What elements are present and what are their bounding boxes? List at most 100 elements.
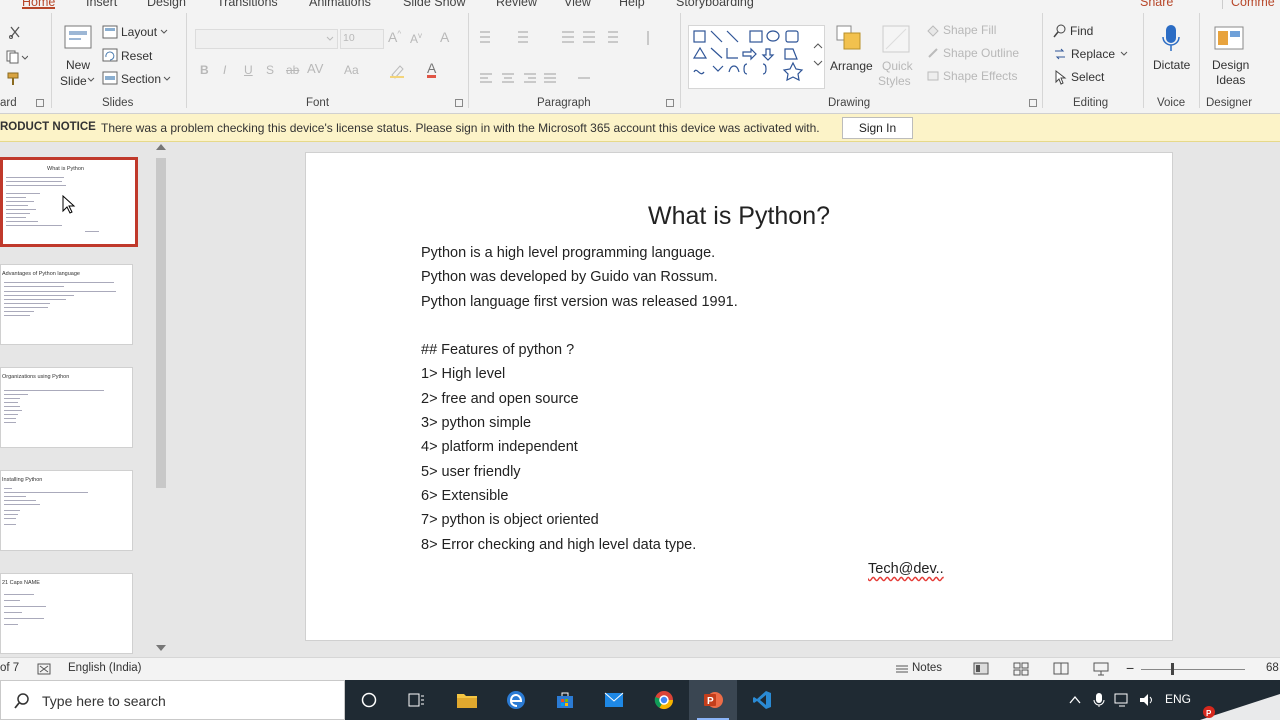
thumbnail-scrollbar[interactable]	[155, 142, 167, 657]
bold-icon[interactable]: B	[200, 63, 209, 77]
mail-button[interactable]	[590, 680, 638, 720]
slide-thumbnail-2[interactable]: Advantages of Python language	[0, 264, 133, 345]
new-slide-label-1[interactable]: New	[66, 58, 90, 72]
microphone-tray-icon[interactable]	[1093, 692, 1105, 708]
slide-title[interactable]: What is Python?	[306, 202, 1172, 231]
shadow-icon[interactable]: S	[266, 63, 274, 77]
copy-icon[interactable]	[6, 49, 28, 65]
select-button[interactable]: Select	[1071, 70, 1104, 84]
align-buttons-icon[interactable]	[478, 71, 608, 87]
shape-fill-icon[interactable]	[926, 23, 940, 37]
cut-icon[interactable]	[8, 25, 22, 39]
scroll-down-icon[interactable]	[156, 645, 166, 651]
replace-button[interactable]: Replace	[1071, 47, 1115, 61]
section-button[interactable]: Section	[121, 72, 161, 86]
strikethrough-icon[interactable]: ab	[286, 63, 299, 77]
chevron-down-icon[interactable]	[326, 36, 334, 42]
vscode-button[interactable]	[738, 680, 786, 720]
comments-button[interactable]: Comme	[1222, 0, 1275, 9]
clear-formatting-icon[interactable]: A	[440, 29, 449, 45]
chevron-up-icon[interactable]	[1069, 695, 1081, 705]
shape-outline-button[interactable]: Shape Outline	[943, 46, 1019, 60]
share-button[interactable]: Share	[1140, 0, 1173, 9]
quick-styles-label-2[interactable]: Styles	[878, 74, 911, 88]
chevron-down-icon[interactable]	[1120, 51, 1128, 57]
tab-review[interactable]: Review	[496, 0, 537, 9]
microphone-icon[interactable]	[1160, 23, 1182, 55]
cortana-button[interactable]	[345, 680, 393, 720]
taskbar-search-box[interactable]: Type here to search	[0, 680, 345, 720]
slide-sorter-icon[interactable]	[1013, 662, 1029, 676]
accessibility-icon[interactable]	[37, 662, 51, 676]
underline-icon[interactable]: U	[244, 63, 253, 77]
slide-canvas[interactable]: What is Python? Python is a high level p…	[305, 152, 1173, 641]
tab-home[interactable]: Home	[22, 0, 56, 9]
sign-in-button[interactable]: Sign In	[842, 117, 913, 139]
network-icon[interactable]	[1114, 692, 1132, 708]
shapes-gallery[interactable]	[688, 25, 825, 89]
font-name-box[interactable]	[195, 29, 338, 49]
zoom-out-icon[interactable]: −	[1126, 660, 1134, 676]
powerpoint-button[interactable]: P	[689, 680, 737, 720]
italic-icon[interactable]: I	[223, 63, 226, 77]
list-buttons-icon[interactable]	[478, 29, 666, 47]
zoom-level[interactable]: 68	[1266, 662, 1279, 674]
tab-slide-show[interactable]: Slide Show	[403, 0, 466, 9]
slide-thumbnail-4[interactable]: Installing Python	[0, 470, 133, 551]
format-painter-icon[interactable]	[6, 71, 22, 87]
font-color-icon[interactable]: A	[427, 61, 437, 78]
new-slide-icon[interactable]	[62, 23, 94, 53]
character-spacing-icon[interactable]: AV	[307, 61, 323, 76]
layout-button[interactable]: Layout	[121, 25, 157, 39]
highlight-icon[interactable]	[388, 63, 408, 79]
volume-icon[interactable]	[1138, 692, 1156, 708]
tab-insert[interactable]: Insert	[86, 0, 117, 9]
quick-styles-icon[interactable]	[880, 23, 914, 55]
find-button[interactable]: Find	[1070, 24, 1093, 38]
paragraph-launcher-icon[interactable]	[666, 99, 674, 107]
scroll-up-icon[interactable]	[156, 144, 166, 150]
slide-body[interactable]: Python is a high level programming langu…	[421, 245, 738, 561]
dictate-button[interactable]: Dictate	[1153, 58, 1190, 72]
clipboard-launcher-icon[interactable]	[36, 99, 44, 107]
tab-help[interactable]: Help	[619, 0, 645, 9]
reset-button[interactable]: Reset	[121, 49, 152, 63]
chevron-down-icon[interactable]	[163, 76, 171, 82]
slide-thumbnail-5[interactable]: 21 Caps NAME	[0, 573, 133, 654]
zoom-slider[interactable]	[1141, 669, 1245, 670]
scroll-thumb[interactable]	[156, 158, 166, 488]
task-view-button[interactable]	[393, 680, 441, 720]
tab-design[interactable]: Design	[147, 0, 186, 9]
language-status[interactable]: English (India)	[68, 662, 142, 674]
design-ideas-label-2[interactable]: Ideas	[1216, 73, 1245, 87]
slideshow-view-icon[interactable]	[1093, 662, 1109, 676]
file-explorer-button[interactable]	[443, 680, 491, 720]
design-ideas-icon[interactable]	[1213, 23, 1245, 55]
change-case-icon[interactable]: Aa	[344, 63, 359, 77]
shape-outline-icon[interactable]	[926, 46, 940, 60]
arrange-icon[interactable]	[834, 23, 866, 57]
design-ideas-label-1[interactable]: Design	[1212, 58, 1249, 72]
input-language[interactable]: ENG	[1165, 692, 1191, 706]
normal-view-icon[interactable]	[973, 662, 989, 676]
new-slide-label-2[interactable]: Slide	[60, 74, 87, 88]
store-button[interactable]	[541, 680, 589, 720]
reading-view-icon[interactable]	[1053, 662, 1069, 676]
shape-fill-button[interactable]: Shape Fill	[943, 23, 996, 37]
shape-effects-button[interactable]: Shape Effects	[943, 69, 1018, 83]
shrink-font-icon[interactable]: Av	[410, 31, 422, 46]
tab-animations[interactable]: Animations	[309, 0, 371, 9]
chevron-down-icon[interactable]	[160, 29, 168, 35]
edge-button[interactable]	[492, 680, 540, 720]
slide-thumbnail-3[interactable]: Organizations using Python	[0, 367, 133, 448]
gallery-scroll-icon[interactable]	[813, 43, 823, 73]
drawing-launcher-icon[interactable]	[1029, 99, 1037, 107]
notes-button[interactable]: Notes	[912, 662, 942, 674]
chevron-down-icon[interactable]	[87, 77, 95, 83]
tab-storyboarding[interactable]: Storyboarding	[676, 0, 754, 9]
zoom-slider-thumb[interactable]	[1171, 663, 1174, 675]
tab-transitions[interactable]: Transitions	[217, 0, 278, 9]
shape-effects-icon[interactable]	[926, 69, 940, 83]
font-launcher-icon[interactable]	[455, 99, 463, 107]
quick-styles-label-1[interactable]: Quick	[882, 59, 913, 73]
